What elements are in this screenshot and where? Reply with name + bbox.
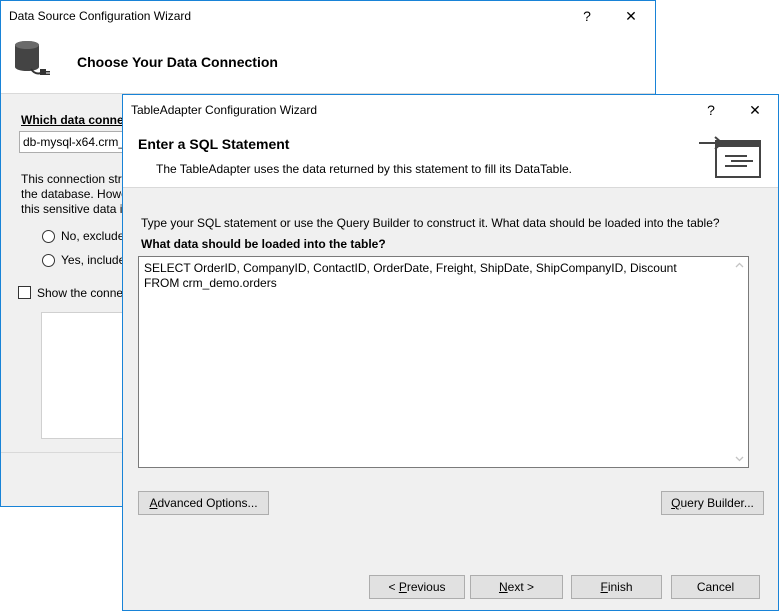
advanced-options-label: dvanced Options... [157,496,258,510]
data-source-wizard-titlebar[interactable]: Data Source Configuration Wizard ? ✕ [1,1,655,31]
next-label: ext > [507,580,535,594]
radio-exclude[interactable] [42,230,55,243]
sql-textarea-content: SELECT OrderID, CompanyID, ContactID, Or… [144,261,677,290]
help-button[interactable]: ? [689,95,733,125]
advanced-options-button[interactable]: Advanced Options... [138,491,269,515]
finish-label: inish [607,580,633,594]
scroll-up-arrow-icon[interactable] [731,257,748,274]
radio-include-label: Yes, include [61,253,126,267]
connection-dropdown[interactable]: db-mysql-x64.crm_ [19,131,129,153]
data-source-wizard-heading: Choose Your Data Connection [77,54,278,70]
finish-button[interactable]: Finish [571,575,662,599]
sql-textarea-scrollbar[interactable] [731,257,748,467]
radio-exclude-label: No, exclude [61,229,125,243]
tableadapter-wizard-titlebar[interactable]: TableAdapter Configuration Wizard ? ✕ [123,95,778,125]
tableadapter-wizard-header: Enter a SQL Statement The TableAdapter u… [123,125,778,188]
next-button[interactable]: Next > [470,575,563,599]
data-source-wizard-title: Data Source Configuration Wizard [9,9,192,23]
sql-text-label: What data should be loaded into the tabl… [141,237,386,251]
sql-statement-subheading: The TableAdapter uses the data returned … [156,162,573,176]
next-mnemonic: N [498,580,508,594]
connection-info-line-2: the database. Howe [21,187,128,201]
tableadapter-wizard-title: TableAdapter Configuration Wizard [131,103,318,117]
database-connection-icon [15,41,50,75]
previous-button[interactable]: < Previous [369,575,465,599]
connection-info-line-1: This connection str [21,172,122,186]
help-button[interactable]: ? [565,1,609,31]
radio-include[interactable] [42,254,55,267]
query-builder-button[interactable]: Query Builder... [661,491,764,515]
scroll-down-arrow-icon[interactable] [731,450,748,467]
query-builder-label: uery Builder... [680,496,754,510]
previous-mnemonic: P [398,580,407,594]
close-button[interactable]: ✕ [609,1,653,31]
show-connection-string-label: Show the conne [37,286,124,300]
cancel-button[interactable]: Cancel [671,575,760,599]
tableadapter-wizard-window: TableAdapter Configuration Wizard ? ✕ En… [122,94,779,611]
show-connection-string-checkbox[interactable] [18,286,31,299]
previous-prefix: < [388,580,399,594]
previous-label: revious [406,580,446,594]
which-connection-label: Which data connec [21,113,131,127]
sql-instruction-text: Type your SQL statement or use the Query… [141,216,720,230]
connection-info-line-3: this sensitive data i [21,202,123,216]
sql-textarea[interactable]: SELECT OrderID, CompanyID, ContactID, Or… [138,256,749,468]
sql-statement-heading: Enter a SQL Statement [138,136,290,152]
connection-string-box[interactable] [41,312,131,439]
data-source-wizard-header: Choose Your Data Connection [1,31,655,94]
finish-mnemonic: F [600,580,608,594]
connection-dropdown-value: db-mysql-x64.crm_ [23,135,126,149]
sql-statement-icon [699,136,761,178]
close-button[interactable]: ✕ [733,95,777,125]
footer-separator [123,549,778,550]
